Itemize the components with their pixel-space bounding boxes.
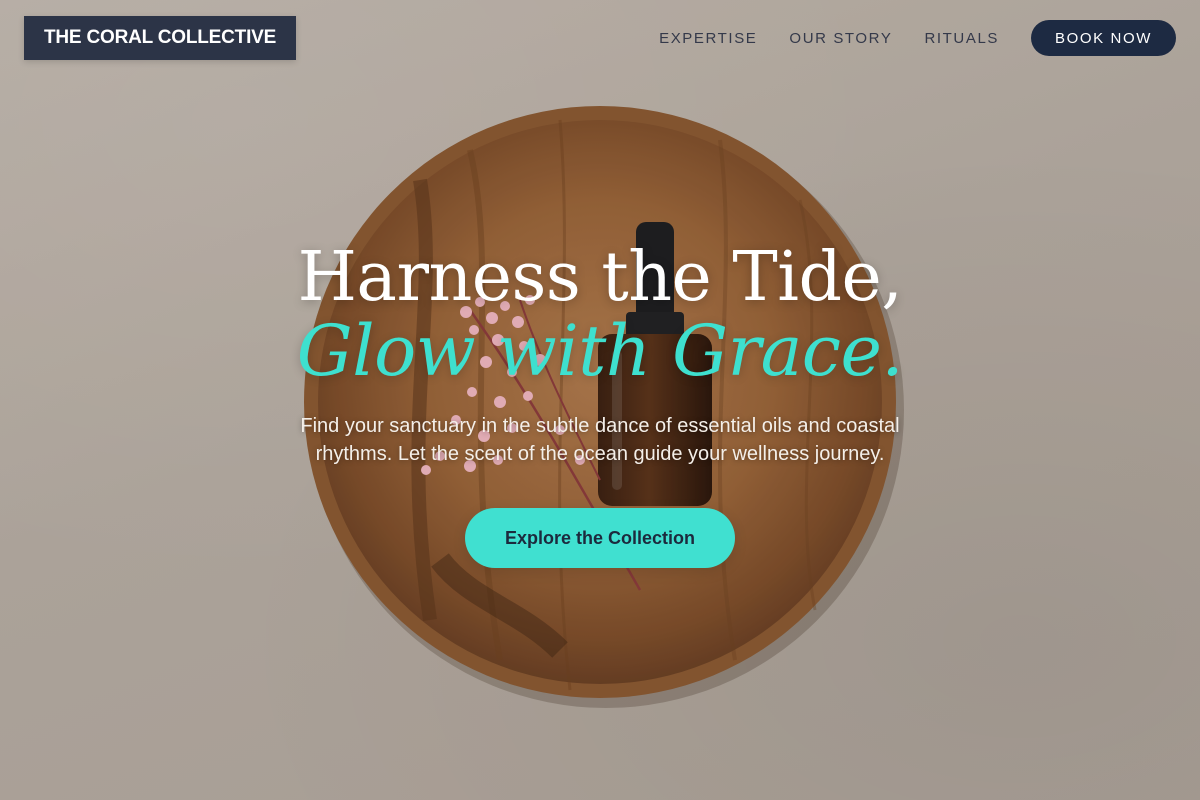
site-header: THE CORAL COLLECTIVE EXPERTISE OUR STORY…: [0, 0, 1200, 76]
book-now-button[interactable]: BOOK NOW: [1031, 20, 1176, 56]
hero-subtitle: Find your sanctuary in the subtle dance …: [300, 415, 900, 465]
main-nav: EXPERTISE OUR STORY RITUALS BOOK NOW: [659, 20, 1176, 56]
nav-link-our-story[interactable]: OUR STORY: [789, 30, 892, 47]
hero-headline-accent: Glow with Grace.: [296, 310, 904, 392]
hero-section: Harness the Tide, Glow with Grace. Find …: [0, 236, 1200, 568]
nav-link-rituals[interactable]: RITUALS: [924, 30, 999, 47]
explore-collection-button[interactable]: Explore the Collection: [465, 508, 735, 568]
nav-link-expertise[interactable]: EXPERTISE: [659, 30, 757, 47]
brand-logo[interactable]: THE CORAL COLLECTIVE: [24, 16, 297, 60]
